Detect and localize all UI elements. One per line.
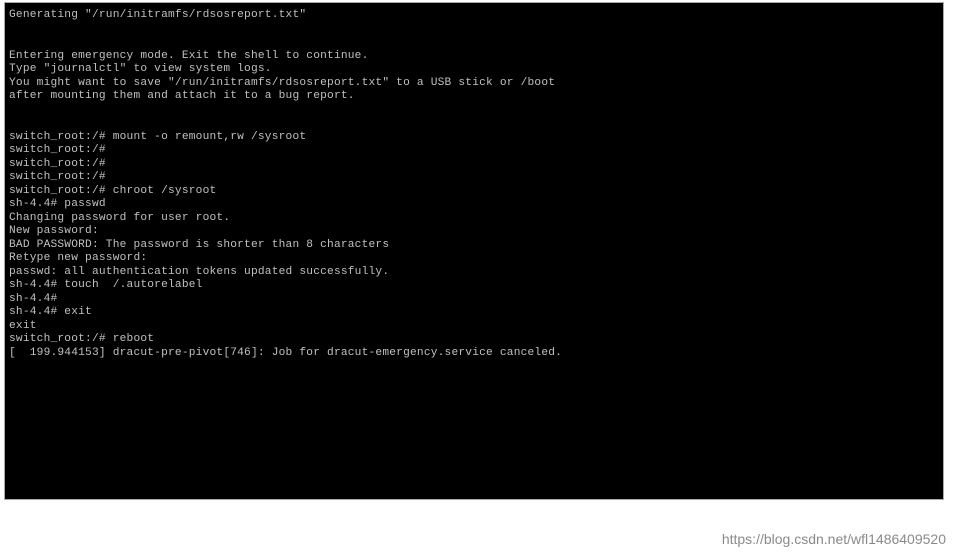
terminal-line: switch_root:/# <box>9 158 939 172</box>
terminal-output: Generating "/run/initramfs/rdsosreport.t… <box>9 9 939 360</box>
terminal-line: after mounting them and attach it to a b… <box>9 90 939 104</box>
terminal-line: switch_root:/# reboot <box>9 333 939 347</box>
terminal-line: sh-4.4# exit <box>9 306 939 320</box>
terminal-blank-line <box>9 117 939 131</box>
terminal-line: passwd: all authentication tokens update… <box>9 266 939 280</box>
terminal-line: BAD PASSWORD: The password is shorter th… <box>9 239 939 253</box>
terminal-blank-line <box>9 104 939 118</box>
terminal-line: Entering emergency mode. Exit the shell … <box>9 50 939 64</box>
terminal-line: Type "journalctl" to view system logs. <box>9 63 939 77</box>
terminal-line: switch_root:/# <box>9 144 939 158</box>
terminal-line: sh-4.4# passwd <box>9 198 939 212</box>
terminal-line: sh-4.4# <box>9 293 939 307</box>
terminal-line: switch_root:/# mount -o remount,rw /sysr… <box>9 131 939 145</box>
terminal-line: switch_root:/# <box>9 171 939 185</box>
terminal-line: You might want to save "/run/initramfs/r… <box>9 77 939 91</box>
terminal-line: switch_root:/# chroot /sysroot <box>9 185 939 199</box>
terminal-blank-line <box>9 36 939 50</box>
watermark-text: https://blog.csdn.net/wfl1486409520 <box>722 531 946 547</box>
terminal-line: New password: <box>9 225 939 239</box>
terminal-blank-line <box>9 23 939 37</box>
terminal-line: sh-4.4# touch /.autorelabel <box>9 279 939 293</box>
terminal-line: Changing password for user root. <box>9 212 939 226</box>
terminal-line: Retype new password: <box>9 252 939 266</box>
terminal-line: exit <box>9 320 939 334</box>
terminal-line: Generating "/run/initramfs/rdsosreport.t… <box>9 9 939 23</box>
terminal-line: [ 199.944153] dracut-pre-pivot[746]: Job… <box>9 347 939 361</box>
terminal-window[interactable]: Generating "/run/initramfs/rdsosreport.t… <box>4 2 944 500</box>
